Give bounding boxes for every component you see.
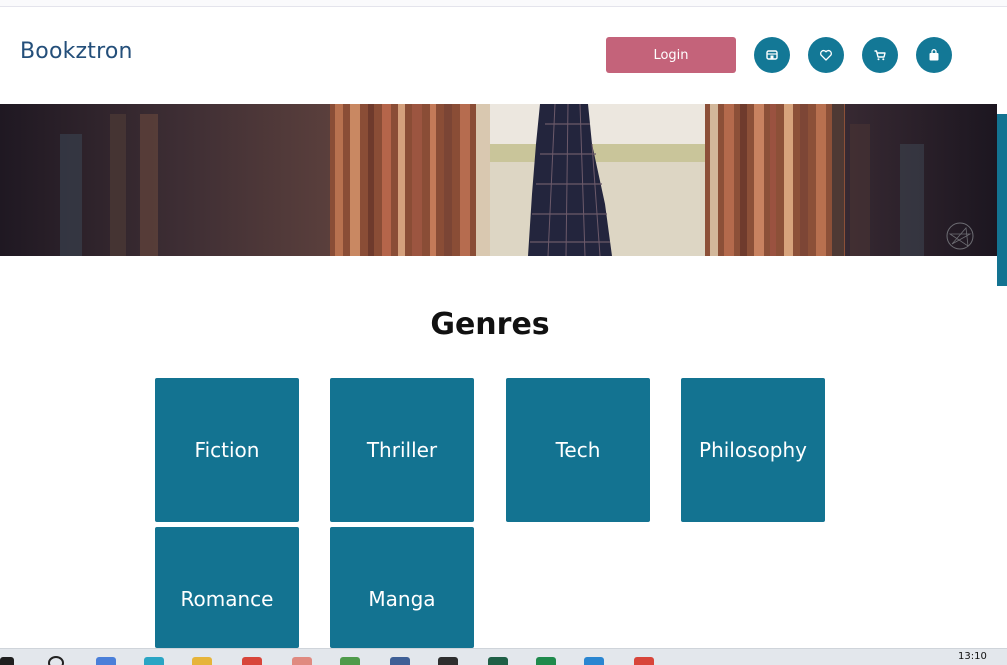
page-scrollbar-thumb[interactable] [997, 114, 1007, 286]
vscode-icon[interactable] [584, 657, 604, 665]
navbar: Bookztron Login [0, 8, 997, 104]
app-icon-blue[interactable] [390, 657, 410, 665]
chrome-active-icon[interactable] [634, 657, 654, 665]
heart-icon [820, 49, 832, 61]
taskbar-clock[interactable]: 13:10 [958, 651, 987, 662]
chrome-icon[interactable] [242, 657, 262, 665]
hero-banner-image [0, 104, 997, 256]
genre-tile-manga[interactable]: Manga [330, 527, 474, 648]
cart-button[interactable] [862, 37, 898, 73]
bag-button[interactable] [916, 37, 952, 73]
genre-tile-philosophy[interactable]: Philosophy [681, 378, 825, 522]
brand-logo[interactable]: Bookztron [20, 39, 133, 64]
app-icon-green[interactable] [488, 657, 508, 665]
app-icon-pink[interactable] [292, 657, 312, 665]
browser-top-edge [0, 0, 1007, 7]
edge-icon[interactable] [144, 657, 164, 665]
store-button[interactable] [754, 37, 790, 73]
genre-tile-romance[interactable]: Romance [155, 527, 299, 648]
cart-icon [874, 50, 886, 61]
wishlist-button[interactable] [808, 37, 844, 73]
terminal-icon[interactable] [438, 657, 458, 665]
genre-tile-tech[interactable]: Tech [506, 378, 650, 522]
bag-icon [929, 48, 939, 61]
page: Bookztron Login Genres Fiction Thriller … [0, 0, 1007, 665]
store-icon [766, 50, 778, 60]
genres-heading: Genres [430, 307, 550, 342]
search-icon[interactable] [48, 656, 64, 665]
os-taskbar: 13:10 [0, 648, 1007, 665]
node-icon[interactable] [340, 657, 360, 665]
login-button[interactable]: Login [606, 37, 736, 73]
app-icon-teams[interactable] [96, 657, 116, 665]
start-icon[interactable] [0, 657, 14, 665]
app-icon-triangle[interactable] [536, 657, 556, 665]
library-aisle-illustration [0, 104, 997, 256]
genre-tile-thriller[interactable]: Thriller [330, 378, 474, 522]
file-explorer-icon[interactable] [192, 657, 212, 665]
genre-tile-fiction[interactable]: Fiction [155, 378, 299, 522]
